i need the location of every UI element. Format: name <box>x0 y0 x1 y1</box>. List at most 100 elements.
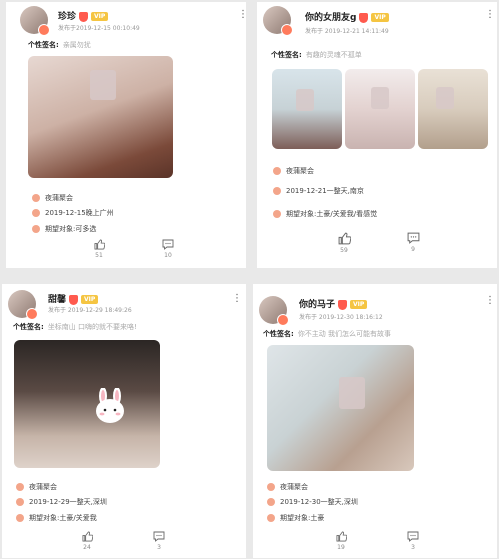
like-count: 59 <box>340 247 348 254</box>
date-place-row: 2019-12-21一整天,南京 <box>273 186 364 196</box>
target-icon <box>267 514 275 522</box>
comment-count: 10 <box>164 252 172 259</box>
verified-shield-icon <box>69 294 79 305</box>
post-photo[interactable] <box>418 69 488 149</box>
expect-text: 期望对象:土豪 <box>280 514 325 522</box>
thumbs-up-icon <box>94 239 105 250</box>
post-time: 发布于 2019-12-29 18:49:26 <box>48 307 132 314</box>
thumbs-up-icon <box>82 531 93 542</box>
vip-badge: VIP <box>81 295 99 304</box>
date-place-row: 2019-12-29一整天,深圳 <box>16 497 107 507</box>
comment-count: 3 <box>411 544 415 551</box>
comment-icon <box>407 531 419 542</box>
event-text: 夜蒲聚会 <box>29 483 57 491</box>
post-time: 发布于 2019-12-21 14:11:49 <box>305 28 389 35</box>
post-photo[interactable] <box>272 69 342 149</box>
signature: 个性签名: 你不主动 我们怎么可能有故事 <box>263 329 391 339</box>
expect-text: 期望对象:土豪/关爱我 <box>29 514 97 522</box>
comment-button[interactable]: 3 <box>398 531 428 551</box>
avatar[interactable] <box>259 296 289 326</box>
avatar[interactable] <box>263 6 293 36</box>
post-card[interactable]: 甜馨 VIP 发布于 2019-12-29 18:49:26 ⋮ 个性签名: 坐标南… <box>2 284 246 558</box>
comment-icon <box>407 232 419 244</box>
poster-name[interactable]: 你的马子 <box>299 300 335 310</box>
event-icon <box>273 167 281 175</box>
target-icon <box>273 210 281 218</box>
like-button[interactable]: 24 <box>72 531 102 551</box>
signature-label: 个性签名: <box>28 41 59 49</box>
signature: 个性签名: 坐标南山 口嗨的就不要来咯! <box>13 322 137 332</box>
signature: 个性签名: 有趣的灵魂不孤单 <box>271 50 362 60</box>
blurred-face <box>371 87 389 109</box>
signature: 个性签名: 亲属勿扰 <box>28 40 91 50</box>
clock-icon <box>267 498 275 506</box>
more-options-icon[interactable]: ⋮ <box>485 296 495 306</box>
event-text: 夜蒲聚会 <box>280 483 308 491</box>
comment-icon <box>162 239 174 250</box>
avatar-badge <box>26 308 38 320</box>
blurred-face <box>296 89 314 111</box>
comment-count: 3 <box>157 544 161 551</box>
event-text: 夜蒲聚会 <box>286 167 314 175</box>
more-options-icon[interactable]: ⋮ <box>485 10 495 20</box>
clock-icon <box>273 187 281 195</box>
event-row: 夜蒲聚会 <box>16 482 57 492</box>
avatar[interactable] <box>20 6 50 36</box>
post-card[interactable]: 珍珍 VIP 发布于2019-12-15 00:10:49 ⋮ 个性签名: 亲属勿扰… <box>6 2 246 268</box>
event-icon <box>32 194 40 202</box>
comment-count: 9 <box>411 246 415 253</box>
date-place-row: 2019-12-30一整天,深圳 <box>267 497 358 507</box>
comment-icon <box>153 531 165 542</box>
expect-row: 期望对象:土豪/关爱我 <box>16 513 97 523</box>
post-card[interactable]: 你的马子 VIP 发布于 2019-12-30 18:16:12 ⋮ 个性签名: 你… <box>253 284 497 558</box>
date-place-text: 2019-12-29一整天,深圳 <box>29 498 107 506</box>
clock-icon <box>16 498 24 506</box>
verified-shield-icon <box>359 12 369 23</box>
avatar-badge <box>281 24 293 36</box>
more-options-icon[interactable]: ⋮ <box>232 294 242 304</box>
more-options-icon[interactable]: ⋮ <box>238 10 246 20</box>
target-icon <box>32 225 40 233</box>
avatar-badge <box>277 314 289 326</box>
like-count: 51 <box>95 252 103 259</box>
signature-text: 亲属勿扰 <box>62 41 91 49</box>
verified-shield-icon <box>338 299 348 310</box>
like-button[interactable]: 59 <box>329 232 359 254</box>
event-row: 夜蒲聚会 <box>267 482 308 492</box>
like-button[interactable]: 19 <box>326 531 356 551</box>
thumbs-up-icon <box>338 232 351 245</box>
post-photo[interactable] <box>267 345 414 471</box>
poster-name[interactable]: 甜馨 <box>48 295 66 305</box>
target-icon <box>16 514 24 522</box>
expect-row: 期望对象:可多选 <box>32 224 96 234</box>
like-count: 19 <box>337 544 345 551</box>
vip-badge: VIP <box>350 300 368 309</box>
avatar-badge <box>38 24 50 36</box>
date-place-text: 2019-12-15晚上广州 <box>45 209 114 217</box>
poster-name[interactable]: 你的女朋友g <box>305 13 356 23</box>
thumbs-up-icon <box>336 531 347 542</box>
post-photo[interactable] <box>28 56 173 178</box>
event-row: 夜蒲聚会 <box>273 166 314 176</box>
expect-row: 期望对象:土豪 <box>267 513 324 523</box>
signature-text: 有趣的灵魂不孤单 <box>305 51 362 59</box>
expect-text: 期望对象:土豪/关爱我/看感觉 <box>286 210 378 218</box>
avatar[interactable] <box>8 290 38 320</box>
post-photo[interactable] <box>345 69 415 149</box>
verified-shield-icon <box>79 11 89 22</box>
poster-name[interactable]: 珍珍 <box>58 12 76 22</box>
clock-icon <box>32 209 40 217</box>
post-card[interactable]: 你的女朋友g VIP 发布于 2019-12-21 14:11:49 ⋮ 个性签名… <box>257 2 497 268</box>
expect-text: 期望对象:可多选 <box>45 225 97 233</box>
like-count: 24 <box>83 544 91 551</box>
event-icon <box>16 483 24 491</box>
post-photo[interactable] <box>14 340 160 468</box>
event-icon <box>267 483 275 491</box>
comment-button[interactable]: 9 <box>398 232 428 253</box>
blurred-face <box>339 377 365 409</box>
like-button[interactable]: 51 <box>84 239 114 259</box>
blurred-face <box>436 87 454 109</box>
comment-button[interactable]: 3 <box>144 531 174 551</box>
event-text: 夜蒲聚会 <box>45 194 73 202</box>
comment-button[interactable]: 10 <box>153 239 183 259</box>
